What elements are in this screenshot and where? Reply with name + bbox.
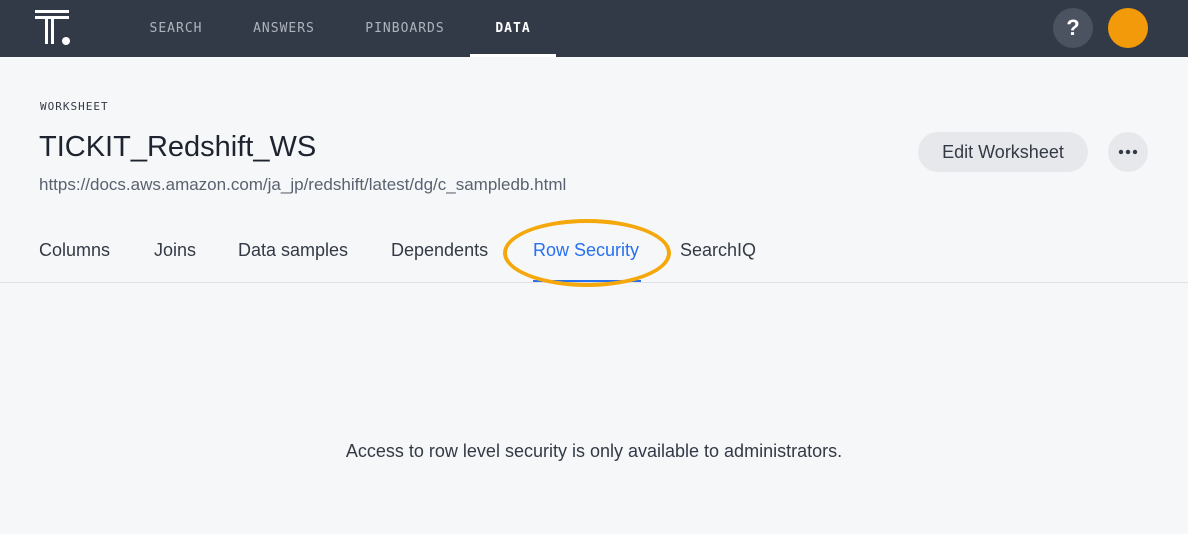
avatar[interactable] xyxy=(1108,8,1148,48)
page-title: TICKIT_Redshift_WS xyxy=(39,131,317,163)
tab-columns[interactable]: Columns xyxy=(39,240,110,282)
tab-row-security[interactable]: Row Security xyxy=(533,240,641,282)
nav-pinboards[interactable]: PINBOARDS xyxy=(358,0,452,57)
tab-data-samples[interactable]: Data samples xyxy=(238,240,348,282)
access-message: Access to row level security is only ava… xyxy=(345,441,843,461)
nav-data-label: DATA xyxy=(495,21,531,36)
top-nav: SEARCH ANSWERS PINBOARDS DATA ? xyxy=(0,0,1188,57)
nav-search[interactable]: SEARCH xyxy=(140,0,212,57)
more-horizontal-icon xyxy=(1118,149,1138,155)
tab-searchiq[interactable]: SearchIQ xyxy=(680,240,756,282)
edit-worksheet-button[interactable]: Edit Worksheet xyxy=(918,132,1088,172)
more-options-button[interactable] xyxy=(1108,132,1148,172)
tab-divider xyxy=(0,282,1188,283)
help-button[interactable]: ? xyxy=(1053,8,1093,48)
nav-active-indicator xyxy=(470,54,556,57)
tab-joins[interactable]: Joins xyxy=(154,240,196,282)
tab-dependents[interactable]: Dependents xyxy=(391,240,488,282)
object-type-label: WORKSHEET xyxy=(40,100,109,113)
thoughtspot-logo-icon[interactable] xyxy=(35,10,73,48)
nav-data[interactable]: DATA xyxy=(470,0,556,57)
tab-row-security-label: Row Security xyxy=(533,240,640,260)
nav-answers[interactable]: ANSWERS xyxy=(246,0,322,57)
page-description: https://docs.aws.amazon.com/ja_jp/redshi… xyxy=(39,175,567,194)
